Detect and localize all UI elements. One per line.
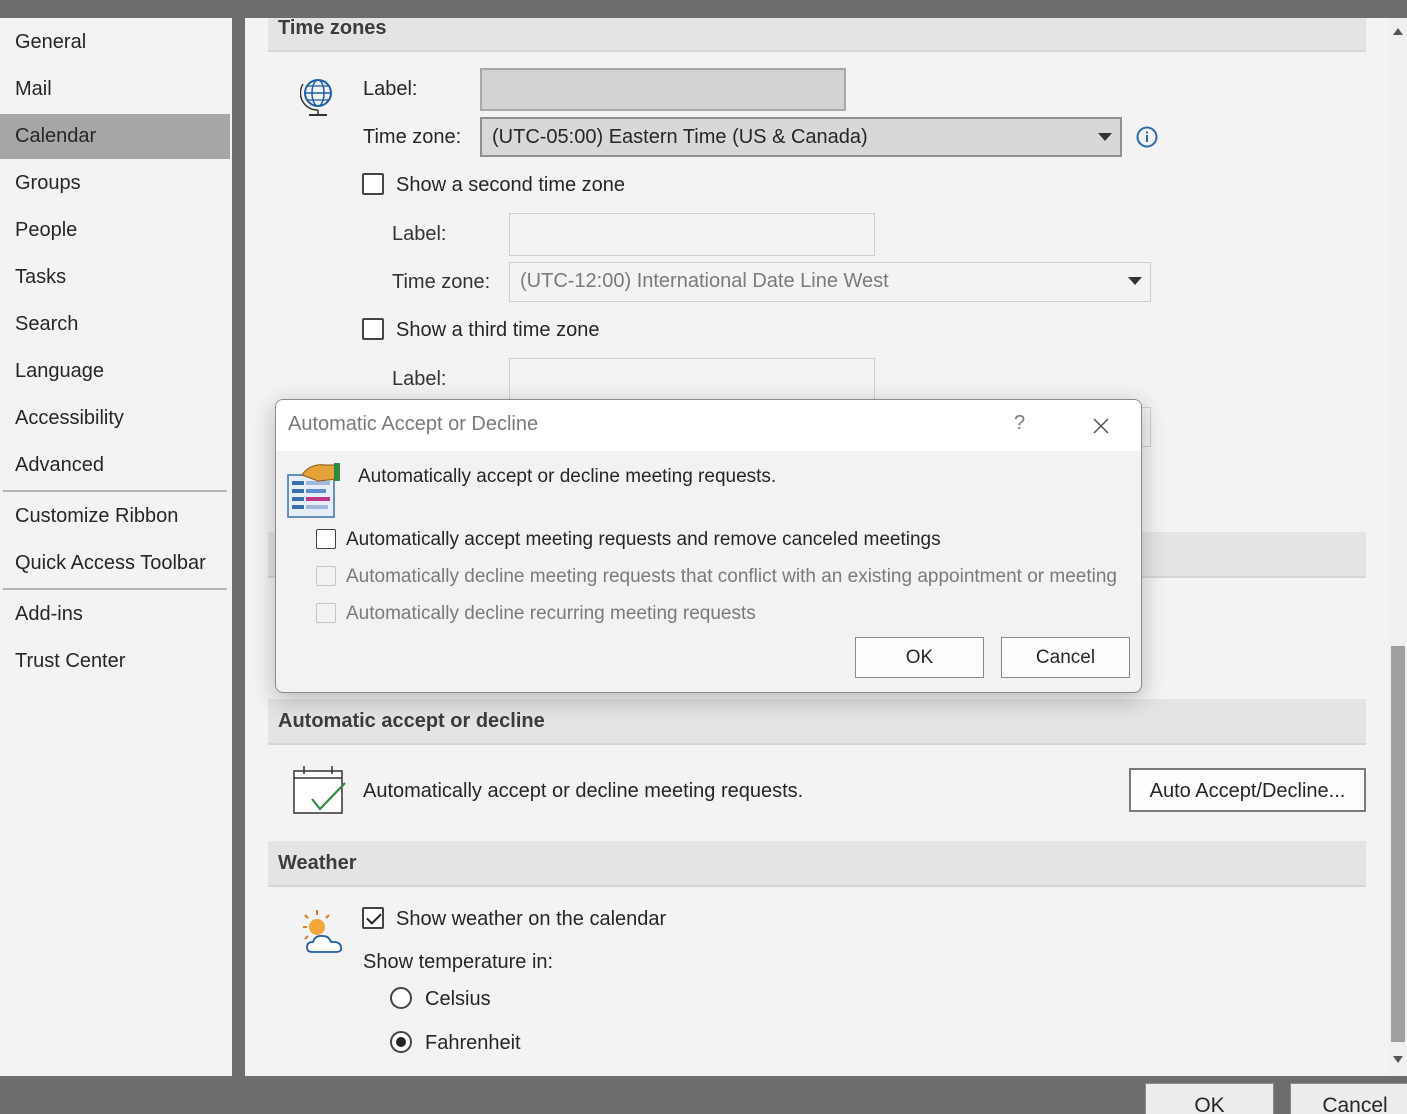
options-ok-button[interactable]: OK [1145, 1083, 1274, 1114]
fahrenheit-label: Fahrenheit [425, 1032, 521, 1054]
auto-accept-label: Automatically accept meeting requests an… [346, 529, 941, 550]
auto-accept-checkbox[interactable] [316, 529, 336, 549]
dialog-ok-button[interactable]: OK [855, 637, 984, 678]
sidebar-item-calendar[interactable]: Calendar [0, 114, 230, 159]
sidebar-item-mail[interactable]: Mail [0, 67, 230, 112]
help-icon[interactable]: ? [1014, 412, 1025, 435]
third-time-zone-checkbox[interactable] [362, 318, 384, 340]
primary-label-caption: Label: [363, 78, 418, 100]
info-icon[interactable] [1136, 126, 1158, 153]
dialog-title: Automatic Accept or Decline [288, 413, 539, 435]
vertical-scrollbar[interactable] [1389, 18, 1407, 1076]
options-sidebar: General Mail Calendar Groups People Task… [0, 18, 232, 1076]
sidebar-item-customize-ribbon[interactable]: Customize Ribbon [0, 494, 230, 539]
sidebar-item-accessibility[interactable]: Accessibility [0, 396, 230, 441]
calendar-check-icon [292, 765, 348, 822]
celsius-label: Celsius [425, 988, 491, 1010]
second-time-zone-caption: Time zone: [392, 271, 491, 293]
primary-label-input[interactable] [480, 68, 846, 111]
sidebar-item-language[interactable]: Language [0, 349, 230, 394]
third-time-zone-label: Show a third time zone [396, 319, 600, 341]
dialog-cancel-button[interactable]: Cancel [1001, 637, 1130, 678]
scroll-down-arrow-icon[interactable] [1393, 1056, 1403, 1063]
globe-icon [299, 76, 336, 123]
meeting-request-icon [286, 463, 342, 524]
sidebar-item-add-ins[interactable]: Add-ins [0, 592, 230, 637]
scrollbar-thumb[interactable] [1391, 646, 1405, 1042]
dialog-heading: Automatically accept or decline meeting … [358, 466, 777, 487]
sidebar-item-general[interactable]: General [0, 20, 230, 65]
chevron-down-icon [1128, 277, 1142, 285]
primary-time-zone-select[interactable]: (UTC-05:00) Eastern Time (US & Canada) [480, 117, 1122, 157]
sidebar-divider [3, 588, 227, 590]
show-weather-label: Show weather on the calendar [396, 908, 667, 930]
second-time-zone-select[interactable]: (UTC-12:00) International Date Line West [509, 262, 1151, 302]
scroll-up-arrow-icon[interactable] [1393, 28, 1403, 35]
primary-time-zone-value: (UTC-05:00) Eastern Time (US & Canada) [492, 126, 868, 148]
weather-header: Weather [268, 841, 1366, 887]
sidebar-item-trust-center[interactable]: Trust Center [0, 639, 230, 684]
sidebar-item-people[interactable]: People [0, 208, 230, 253]
sidebar-divider [3, 490, 227, 492]
options-cancel-button[interactable]: Cancel [1290, 1083, 1407, 1114]
sidebar-item-groups[interactable]: Groups [0, 161, 230, 206]
decline-recurring-label: Automatically decline recurring meeting … [346, 603, 756, 624]
close-icon[interactable] [1092, 417, 1110, 440]
temperature-caption: Show temperature in: [363, 951, 554, 973]
sidebar-item-quick-access-toolbar[interactable]: Quick Access Toolbar [0, 541, 230, 586]
auto-accept-header: Automatic accept or decline [268, 699, 1366, 745]
primary-time-zone-caption: Time zone: [363, 126, 462, 148]
decline-recurring-checkbox[interactable] [316, 603, 336, 623]
fahrenheit-radio[interactable] [390, 1031, 412, 1053]
sidebar-item-search[interactable]: Search [0, 302, 230, 347]
second-label-caption: Label: [392, 223, 447, 245]
second-label-input[interactable] [509, 213, 875, 256]
weather-icon [296, 906, 346, 961]
second-time-zone-label: Show a second time zone [396, 174, 626, 196]
sidebar-item-tasks[interactable]: Tasks [0, 255, 230, 300]
auto-accept-decline-button[interactable]: Auto Accept/Decline... [1129, 768, 1366, 812]
dialog-titlebar: Automatic Accept or Decline ? [276, 400, 1141, 451]
time-zones-header: Time zones [268, 18, 1366, 52]
chevron-down-icon [1098, 133, 1112, 141]
decline-conflicting-label: Automatically decline meeting requests t… [346, 566, 1117, 587]
show-weather-checkbox[interactable] [362, 907, 384, 929]
celsius-radio[interactable] [390, 987, 412, 1009]
auto-accept-description: Automatically accept or decline meeting … [363, 780, 804, 802]
sidebar-item-advanced[interactable]: Advanced [0, 443, 230, 488]
second-time-zone-value: (UTC-12:00) International Date Line West [520, 270, 889, 292]
third-label-caption: Label: [392, 368, 447, 390]
third-label-input[interactable] [509, 358, 875, 401]
auto-accept-dialog: Automatic Accept or Decline ? Automatica… [275, 399, 1142, 693]
decline-conflicting-checkbox[interactable] [316, 566, 336, 586]
second-time-zone-checkbox[interactable] [362, 173, 384, 195]
